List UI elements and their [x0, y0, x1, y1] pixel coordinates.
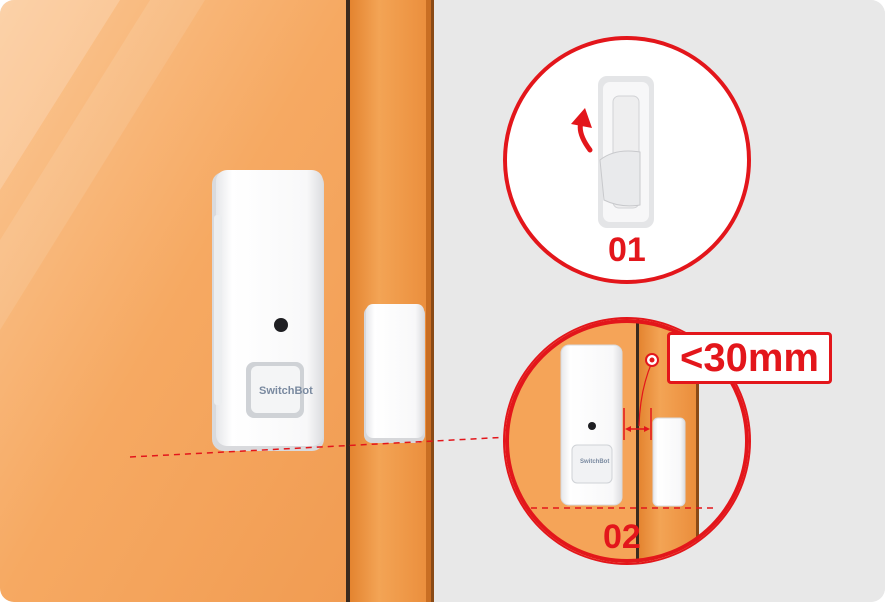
magnet-main: [364, 304, 425, 443]
sensor-led: [274, 318, 288, 332]
adhesive-peel: [599, 150, 641, 207]
door-frame: [350, 0, 433, 602]
installation-illustration: SwitchBot SwitchBot 01 02 <30mm: [0, 0, 885, 602]
brand-logo-main: SwitchBot: [259, 385, 313, 397]
scene-drawing: [0, 0, 885, 602]
step-2-number: 02: [603, 518, 641, 556]
step-1-number: 01: [608, 231, 646, 269]
brand-logo-inset: SwitchBot: [580, 459, 610, 465]
contact-sensor-main: [212, 170, 324, 451]
door-gap: [346, 0, 350, 602]
max-gap-callout: <30mm: [667, 332, 832, 384]
